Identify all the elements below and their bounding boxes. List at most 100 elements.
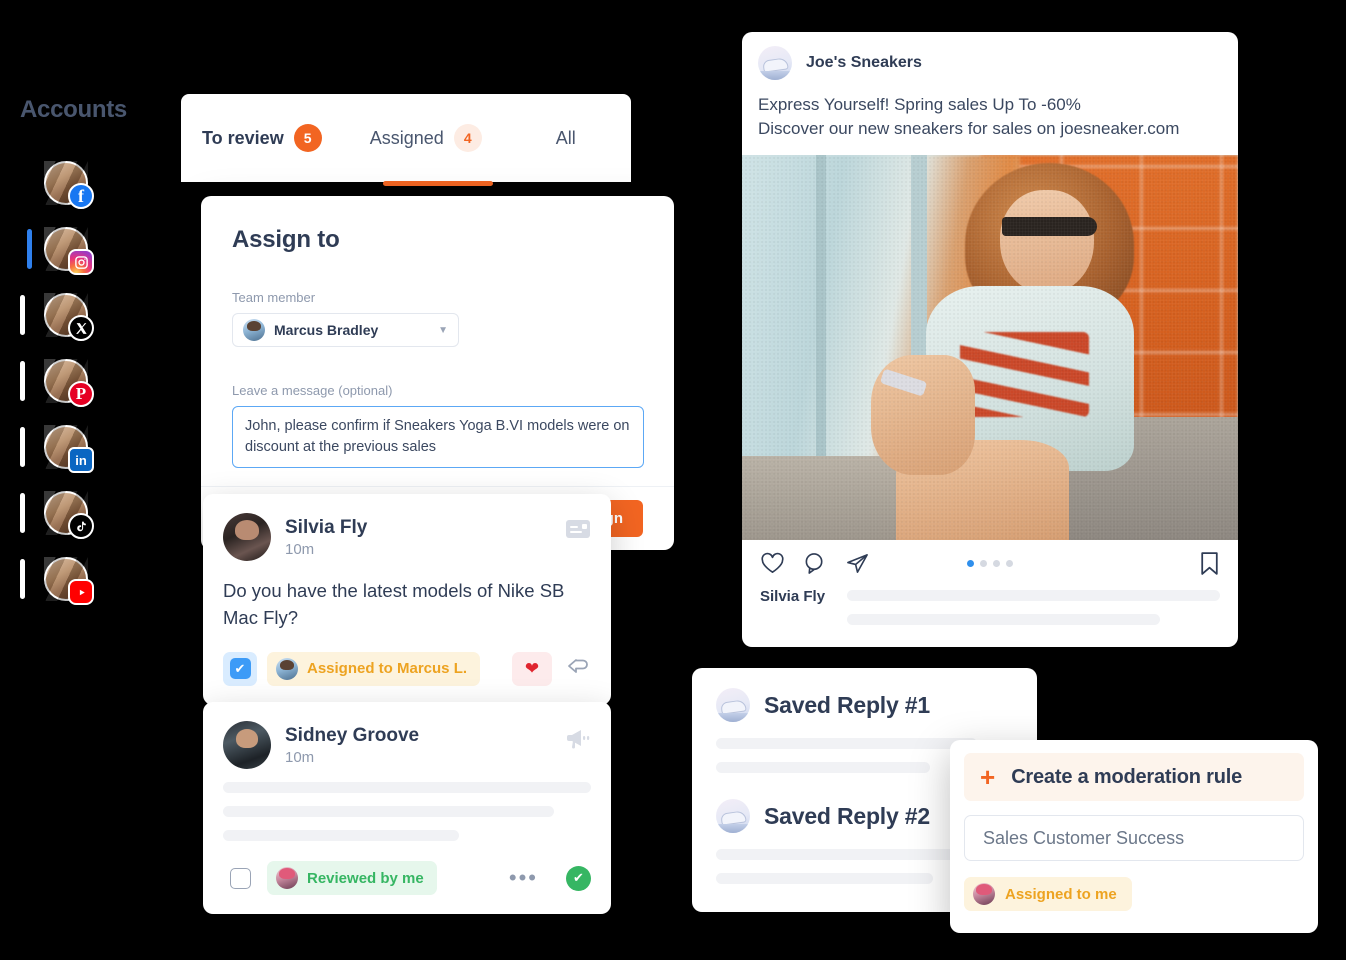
- panel-title: Create a moderation rule: [1011, 765, 1243, 788]
- status-badge[interactable]: Reviewed by me: [267, 861, 437, 895]
- comment-header: Silvia Fly 10m: [223, 513, 591, 561]
- placeholder-line: [847, 614, 1161, 626]
- tab-all[interactable]: All: [556, 94, 576, 182]
- megaphone-icon: [563, 727, 591, 754]
- comment-timestamp: 10m: [285, 540, 315, 558]
- avatar: [44, 491, 94, 539]
- sidebar-item-x[interactable]: [0, 282, 150, 348]
- post-header: Joe's Sneakers Express Yourself! Spring …: [742, 32, 1238, 141]
- accounts-sidebar: Accounts f P in: [0, 96, 150, 612]
- tab-label: All: [555, 127, 576, 148]
- caption-line-2: Discover our new sneakers for sales on j…: [758, 119, 1180, 139]
- heart-outline-icon[interactable]: [760, 552, 785, 575]
- create-rule-button[interactable]: + Create a moderation rule: [964, 753, 1304, 801]
- comment-footer: Reviewed by me ••• ✔: [223, 861, 591, 895]
- bookmark-outline-icon[interactable]: [1199, 551, 1220, 576]
- caption-line-1: Express Yourself! Spring sales Up To -60…: [758, 95, 1081, 114]
- tiktok-icon: [68, 513, 94, 539]
- inactive-indicator: [20, 559, 25, 599]
- paper-plane-icon[interactable]: [845, 552, 870, 575]
- inactive-indicator: [20, 427, 25, 467]
- placeholder-line: [716, 762, 930, 773]
- status-badge[interactable]: Assigned to Marcus L.: [267, 651, 481, 686]
- list-item[interactable]: Saved Reply #1: [716, 688, 1013, 722]
- reply-arrow-icon[interactable]: [566, 656, 591, 681]
- tab-to-review[interactable]: To review 5: [202, 94, 322, 182]
- comment-author: Silvia Fly: [760, 588, 826, 606]
- pinterest-icon: P: [68, 381, 94, 407]
- placeholder-line: [223, 782, 591, 793]
- x-twitter-icon: [68, 315, 94, 341]
- saved-reply-title: Saved Reply #1: [764, 691, 930, 718]
- rule-name-input[interactable]: Sales Customer Success: [964, 815, 1304, 861]
- inactive-indicator: [20, 493, 25, 533]
- carousel-dots[interactable]: [967, 559, 1013, 567]
- post-photo: [742, 155, 1238, 541]
- avatar: [973, 883, 995, 905]
- sidebar-title: Accounts: [20, 96, 127, 123]
- post-action-bar: [742, 540, 1238, 586]
- placeholder-line: [223, 830, 459, 841]
- avatar: [44, 557, 94, 605]
- check-circle-icon[interactable]: ✔: [566, 865, 591, 891]
- sidebar-item-tiktok[interactable]: [0, 480, 150, 546]
- avatar: f: [44, 161, 94, 209]
- status-badge: 5: [293, 124, 322, 152]
- placeholder-line: [847, 590, 1220, 602]
- youtube-icon: [68, 579, 94, 605]
- tab-label: Assigned: [369, 127, 444, 148]
- status-badge-label: Reviewed by me: [307, 869, 424, 887]
- placeholder-line: [716, 738, 978, 749]
- sidebar-item-linkedin[interactable]: in: [0, 414, 150, 480]
- placeholder-line: [716, 849, 978, 860]
- message-label: Leave a message (optional): [232, 383, 393, 398]
- comment-text: Do you have the latest models of Nike SB…: [223, 580, 565, 629]
- select-checkbox[interactable]: ✔: [223, 651, 257, 686]
- post-first-comment: Silvia Fly: [742, 586, 1238, 647]
- sneaker-avatar-icon: [716, 799, 750, 833]
- select-checkbox[interactable]: [223, 861, 257, 895]
- page-title: Assign to: [232, 226, 340, 253]
- active-indicator: [27, 229, 32, 269]
- sidebar-item-facebook[interactable]: f: [0, 150, 150, 216]
- tab-label: To review: [202, 127, 284, 148]
- comment-card[interactable]: Silvia Fly 10m Do you have the latest mo…: [203, 494, 611, 705]
- avatar: P: [44, 359, 94, 407]
- instagram-post-preview: Joe's Sneakers Express Yourself! Spring …: [742, 32, 1238, 648]
- sneaker-avatar-icon: [758, 46, 792, 80]
- status-badge[interactable]: Assigned to me: [964, 877, 1132, 911]
- comment-author: Sidney Groove: [285, 724, 420, 746]
- placeholder-line: [716, 873, 933, 884]
- selected-team-member: Marcus Bradley: [274, 322, 379, 338]
- sidebar-item-youtube[interactable]: [0, 546, 150, 612]
- post-brand-name: Joe's Sneakers: [806, 54, 922, 71]
- avatar: [44, 227, 94, 275]
- comment-footer: ✔ Assigned to Marcus L. ❤: [223, 651, 591, 686]
- direct-message-icon: [565, 519, 591, 544]
- instagram-icon: [68, 249, 94, 275]
- avatar: [243, 319, 265, 341]
- create-moderation-rule-panel: + Create a moderation rule Sales Custome…: [950, 740, 1318, 933]
- saved-reply-title: Saved Reply #2: [764, 802, 930, 829]
- more-dots-icon[interactable]: •••: [509, 867, 538, 889]
- placeholder-line: [223, 806, 555, 817]
- message-input[interactable]: John, please confirm if Sneakers Yoga B.…: [232, 406, 644, 469]
- comment-timestamp: 10m: [285, 748, 315, 766]
- status-badge: 4: [453, 124, 482, 152]
- post-caption: Express Yourself! Spring sales Up To -60…: [758, 93, 1222, 141]
- avatar: [276, 867, 298, 889]
- moderation-tabs-bar: To review 5 Assigned 4 All: [181, 94, 631, 186]
- chevron-down-icon: ▼: [438, 324, 448, 336]
- linkedin-icon: in: [68, 447, 94, 473]
- facebook-icon: f: [68, 183, 94, 209]
- comment-card[interactable]: Sidney Groove 10m Reviewed by me ••• ✔: [203, 702, 611, 914]
- comment-author: Silvia Fly: [285, 516, 368, 538]
- heart-icon[interactable]: ❤: [512, 651, 552, 686]
- sidebar-item-pinterest[interactable]: P: [0, 348, 150, 414]
- sidebar-item-instagram[interactable]: [0, 216, 150, 282]
- avatar: [276, 657, 298, 680]
- tab-assigned[interactable]: Assigned 4: [370, 94, 482, 182]
- team-member-select[interactable]: Marcus Bradley ▼: [232, 313, 459, 347]
- avatar: [223, 721, 271, 769]
- comment-bubble-icon[interactable]: [803, 552, 827, 575]
